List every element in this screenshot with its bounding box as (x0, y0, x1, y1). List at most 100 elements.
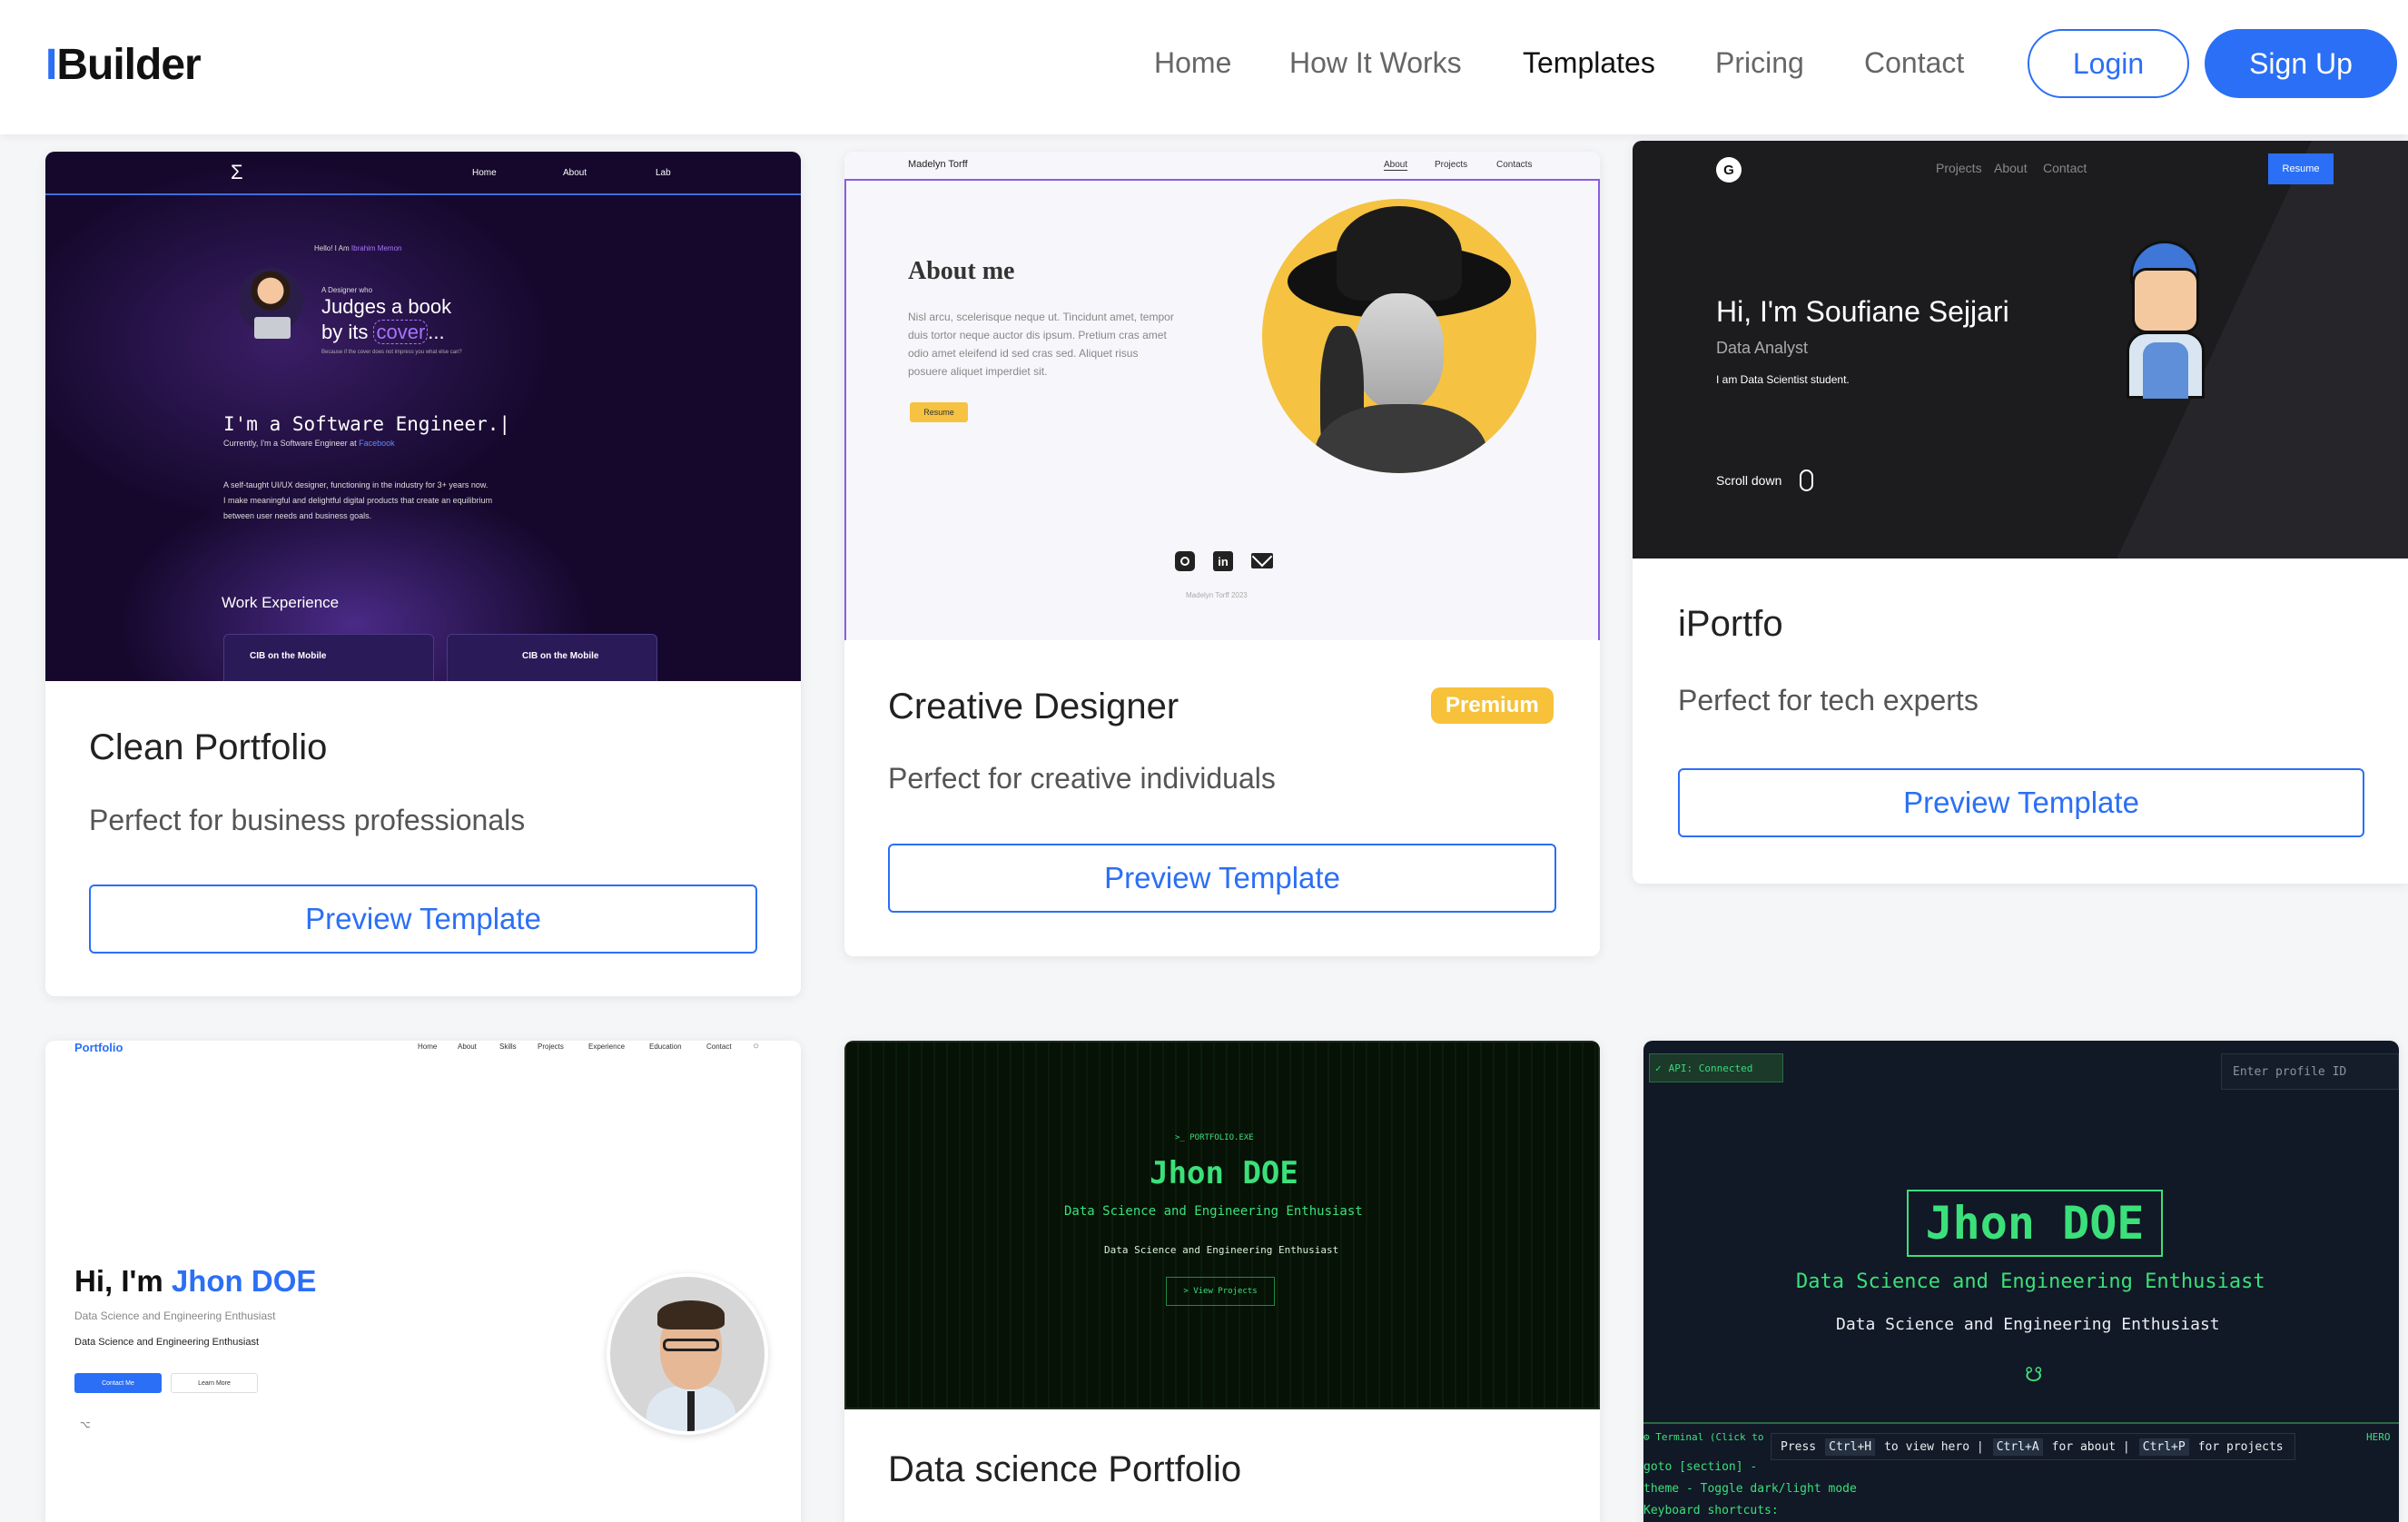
nav-link-contact[interactable]: Contact (1864, 46, 1964, 80)
template-card-creative-designer: Madelyn Torff About Projects Contacts Ab… (844, 152, 1600, 956)
preview-para-4: posuere aliquet imperdiet sit. (908, 365, 1048, 378)
preview-left-border (844, 181, 846, 640)
preview-role: Data Analyst (1716, 339, 1809, 357)
template-preview-iportfo[interactable]: G Projects About Contact Resume Hi, I'm … (1633, 141, 2408, 558)
preview-line: Data Science and Engineering Enthusiast (1836, 1315, 2220, 1334)
preview-headline-1: Judges a book (321, 295, 452, 318)
github-icon[interactable]: ☋ (2025, 1363, 2043, 1387)
template-preview-terminal[interactable]: ✓ API: Connected Enter profile ID Jhon DO… (1643, 1041, 2399, 1522)
card-title: Clean Portfolio (89, 727, 328, 767)
nav-link-pricing[interactable]: Pricing (1715, 46, 1804, 80)
premium-badge: Premium (1431, 687, 1554, 724)
preview-prompt: >_ PORTFOLIO.EXE (1175, 1133, 1254, 1142)
preview-nav-contact: Contact (706, 1043, 732, 1051)
preview-work-1: CIB on the Mobile (250, 651, 327, 661)
preview-learn-button: Learn More (171, 1373, 258, 1393)
preview-about-1: A self-taught UI/UX designer, functionin… (223, 480, 489, 489)
preview-view-projects-button: > View Projects (1166, 1277, 1275, 1306)
preview-nav-projects: Projects (1936, 161, 1982, 175)
terminal-line-2: theme - Toggle dark/light mode (1643, 1482, 1857, 1496)
terminal-label: ⚙ Terminal (Click to (1643, 1431, 1764, 1443)
instagram-icon[interactable] (1175, 551, 1195, 571)
preview-bio: I am Data Scientist student. (1716, 373, 1850, 386)
preview-subtitle: Data Science and Engineering Enthusiast (74, 1310, 276, 1322)
preview-about-3: between user needs and business goals. (223, 511, 372, 520)
terminal-line-1: goto [section] - (1643, 1460, 1758, 1474)
signup-button[interactable]: Sign Up (2205, 29, 2397, 98)
preview-nav-about: About (458, 1043, 477, 1051)
logo-text: Builder (56, 41, 201, 89)
login-button[interactable]: Login (2028, 29, 2189, 98)
terminal-line-3: Keyboard shortcuts: (1643, 1504, 1779, 1517)
preview-nav-about: About (1384, 160, 1408, 171)
preview-logo: Σ (231, 161, 243, 183)
terminal-icon: ⚙ (1643, 1431, 1656, 1443)
template-preview-portfolio-light[interactable]: Portfolio Home About Skills Projects Exp… (45, 1041, 801, 1522)
preview-scroll: Scroll down (1716, 473, 1782, 488)
preview-about-2: I make meaningful and delightful digital… (223, 496, 493, 505)
nav-link-templates[interactable]: Templates (1523, 46, 1655, 80)
nav-link-how-it-works[interactable]: How It Works (1289, 46, 1462, 80)
mouse-icon (1800, 469, 1813, 491)
preview-nav-contacts: Contacts (1496, 160, 1533, 170)
preview-template-button[interactable]: Preview Template (89, 885, 757, 954)
preview-name: Jhon DOE (1150, 1155, 1298, 1191)
preview-name: Jhon DOE (1907, 1190, 2163, 1257)
preview-template-button[interactable]: Preview Template (888, 844, 1556, 913)
card-title: iPortfo (1678, 604, 1783, 644)
portrait-photo (1262, 199, 1536, 473)
template-card-clean-portfolio: Σ Home About Lab Hello! I Am Ibrahim Mem… (45, 152, 801, 996)
developer-avatar-illustration (2123, 241, 2208, 400)
preview-line: Data Science and Engineering Enthusiast (1104, 1244, 1339, 1256)
preview-nav-about: About (1994, 161, 2028, 175)
face-shape (1355, 293, 1444, 410)
template-card-portfolio-light: Portfolio Home About Skills Projects Exp… (45, 1041, 801, 1522)
preview-template-button[interactable]: Preview Template (1678, 768, 2364, 837)
preview-para-3: odio amet eleifend id sed cras sed. Aliq… (908, 347, 1139, 360)
preview-contact-button: Contact Me (74, 1373, 162, 1393)
template-preview-data-science[interactable]: >_ PORTFOLIO.EXE Jhon DOE Data Science a… (844, 1041, 1600, 1409)
preview-navbar: Madelyn Torff About Projects Contacts (844, 152, 1600, 181)
avatar-photo (607, 1273, 768, 1435)
preview-footer: Madelyn Torff 2023 (1186, 591, 1248, 599)
card-description: Perfect for business professionals (89, 804, 526, 836)
template-card-data-science: >_ PORTFOLIO.EXE Jhon DOE Data Science a… (844, 1041, 1600, 1522)
preview-work-card-2: CIB on the Mobile (447, 634, 657, 681)
hat-crown (1337, 206, 1462, 301)
template-preview-creative-designer[interactable]: Madelyn Torff About Projects Contacts Ab… (844, 152, 1600, 640)
email-icon[interactable] (1251, 546, 1273, 568)
preview-nav-projects: Projects (538, 1043, 564, 1051)
preview-resume-button: Resume (910, 402, 968, 422)
preview-name: Madelyn Torff (908, 159, 968, 170)
preview-nav-home: Home (418, 1043, 438, 1051)
nav-link-home[interactable]: Home (1154, 46, 1231, 80)
preview-headline: Hi, I'm Jhon DOE (74, 1264, 317, 1298)
preview-para-2: duis tortor neque auctor dis ipsum. Pret… (908, 329, 1167, 341)
card-title: Data science Portfolio (888, 1449, 1242, 1489)
linkedin-icon[interactable]: in (1213, 551, 1233, 571)
api-status-badge: ✓ API: Connected (1649, 1053, 1783, 1082)
keyboard-hint-bar: Press Ctrl+H to view hero | Ctrl+A for a… (1771, 1433, 2295, 1460)
preview-headline: Hi, I'm Soufiane Sejjari (1716, 295, 2009, 328)
preview-logo: Portfolio (74, 1041, 123, 1054)
preview-line: Data Science and Engineering Enthusiast (74, 1337, 260, 1348)
brand-logo[interactable]: IBuilder (45, 40, 202, 90)
hero-tag: HERO (2366, 1431, 2391, 1443)
laptop-icon (254, 317, 291, 339)
preview-designer-line: A Designer who (321, 286, 373, 294)
template-preview-clean-portfolio[interactable]: Σ Home About Lab Hello! I Am Ibrahim Mem… (45, 152, 801, 681)
preview-nav-contact: Contact (2043, 161, 2087, 175)
preview-headline-2: by its cover... (321, 320, 445, 344)
profile-id-input[interactable]: Enter profile ID (2221, 1053, 2399, 1090)
preview-nav-skills: Skills (499, 1043, 517, 1051)
terminal-divider (1643, 1422, 2399, 1424)
preview-resume-button: Resume (2268, 153, 2334, 184)
preview-hello: Hello! I Am Ibrahim Memon (314, 244, 402, 252)
logo-mark: I (45, 41, 57, 89)
preview-nav-projects: Projects (1435, 160, 1468, 170)
preview-work-heading: Work Experience (222, 594, 340, 611)
preview-nav-lab: Lab (656, 168, 671, 178)
check-circle-icon: ✓ (1655, 1062, 1662, 1074)
preview-subtitle: Data Science and Engineering Enthusiast (1796, 1270, 2265, 1293)
preview-nav-home: Home (472, 168, 497, 178)
